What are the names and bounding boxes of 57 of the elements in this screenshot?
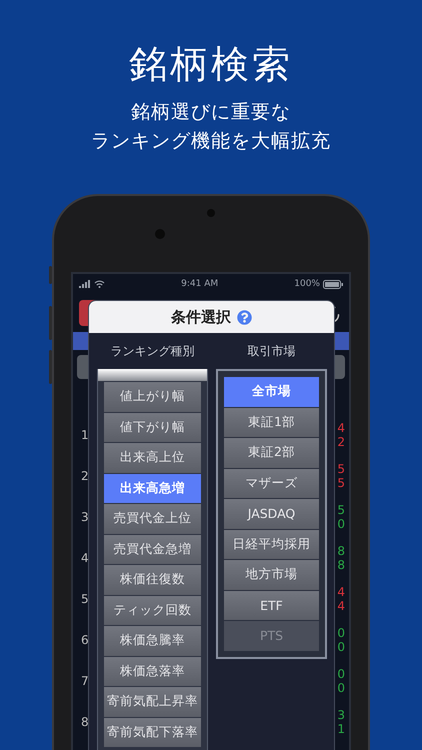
option-item[interactable]: 寄前気配下落率 (104, 718, 201, 747)
price-value: 0 (337, 666, 345, 680)
price-value: 0 (337, 626, 345, 640)
dialog-title: 条件選択 (171, 308, 231, 326)
rank-number: 4 (81, 550, 89, 564)
option-item[interactable]: 全市場 (224, 377, 319, 406)
rank-number: 2 (81, 468, 89, 482)
picker-wheel[interactable]: 値上がり幅 値下がり幅 出来高上位 出来高急増 売買代金上位 売買代金急増 株価往復数 ティック回数 株価急騰率 株価急落率 寄前気配上昇率 寄前気配下落率 (97, 369, 208, 750)
battery-icon (322, 280, 343, 288)
option-item[interactable]: 東証2部 (224, 438, 319, 468)
rank-number: 1 (81, 428, 89, 442)
option-item[interactable]: 日経平均採用 (224, 530, 319, 559)
option-item[interactable]: 株価急騰率 (104, 626, 201, 656)
option-item[interactable]: 出来高上位 (104, 443, 201, 472)
option-item[interactable]: ティック回数 (104, 596, 201, 625)
rank-number: 8 (81, 714, 89, 728)
price-value: 0 (337, 680, 345, 694)
price-value: 2 (337, 434, 345, 448)
option-item[interactable]: 寄前気配上昇率 (104, 687, 201, 716)
option-item[interactable]: JASDAQ (224, 499, 319, 528)
option-item[interactable]: 売買代金急増 (104, 534, 201, 564)
option-item[interactable]: 地方市場 (224, 560, 319, 590)
status-time: 9:41 AM (181, 279, 218, 289)
option-item[interactable]: 値上がり幅 (104, 382, 201, 412)
option-item[interactable]: 出来高急増 (104, 474, 201, 503)
price-value: 3 (337, 708, 345, 722)
rank-number: 6 (81, 632, 89, 646)
price-value: 4 (337, 584, 345, 598)
option-item[interactable]: 株価往復数 (104, 565, 201, 594)
wifi-icon (94, 280, 105, 288)
option-item[interactable]: 売買代金上位 (104, 504, 201, 534)
price-value: 4 (337, 420, 345, 434)
price-value: 8 (337, 558, 345, 572)
price-value: 5 (337, 476, 345, 490)
subtitle-line: 銘柄選びに重要な (130, 100, 292, 125)
price-value: 0 (337, 640, 345, 654)
rank-number: 5 (81, 592, 89, 606)
column-heading: 取引市場 (246, 342, 296, 360)
price-value: 5 (337, 462, 345, 476)
option-item[interactable]: 値下がり幅 (104, 412, 201, 442)
page-title: 銘柄検索 (129, 41, 293, 88)
price-value: 0 (337, 516, 345, 530)
option-item[interactable]: 東証1部 (224, 408, 319, 437)
price-value: 1 (337, 722, 345, 736)
rank-number: 7 (81, 674, 89, 688)
option-item[interactable]: マザーズ (224, 468, 319, 498)
signal-icon (79, 280, 91, 288)
price-value: 5 (337, 502, 345, 516)
price-value: 8 (337, 544, 345, 558)
rank-number: 3 (81, 510, 89, 524)
option-item[interactable]: ETF (224, 590, 319, 620)
battery-percent: 100% (294, 279, 320, 289)
subtitle-line: ランキング機能を大幅拡充 (91, 129, 331, 154)
price-value: 4 (337, 598, 345, 612)
option-item[interactable]: 株価急落率 (104, 656, 201, 686)
help-icon[interactable] (237, 310, 252, 324)
column-heading: ランキング種別 (110, 342, 196, 360)
